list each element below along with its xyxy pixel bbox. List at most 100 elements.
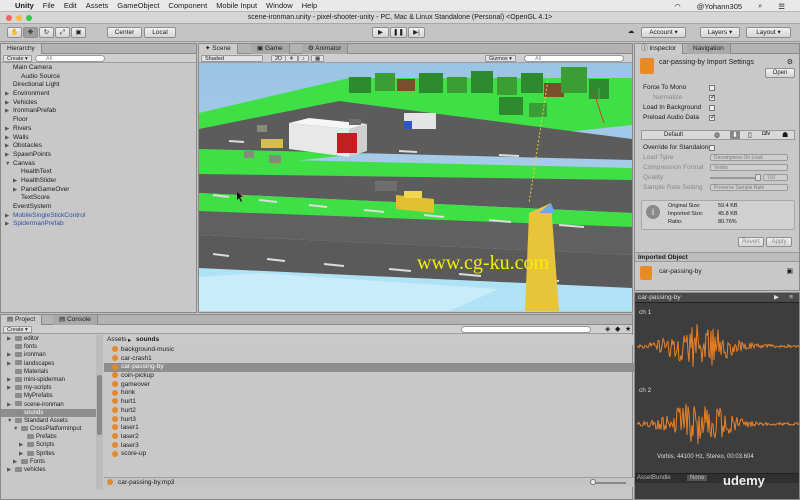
sound-file-item[interactable]: car-passing-by <box>104 363 634 373</box>
project-folder-item[interactable]: ▶ vehicles <box>1 466 96 474</box>
tab-scene[interactable]: ✦ Scene <box>199 44 238 54</box>
project-folder-item[interactable]: MyPrefabs <box>1 392 96 400</box>
breadcrumb-folder[interactable]: sounds <box>136 336 159 343</box>
close-window-button[interactable] <box>6 15 12 21</box>
hierarchy-item[interactable]: Directional Light <box>1 81 196 90</box>
2d-toggle[interactable]: 2D <box>271 55 287 62</box>
project-folder-item[interactable]: ▶ mini-spiderman <box>1 376 96 384</box>
search-icon[interactable]: ⌕ <box>758 1 762 11</box>
minimize-window-button[interactable] <box>16 15 22 21</box>
move-tool-icon[interactable]: ✥ <box>23 27 38 38</box>
project-folder-item[interactable]: sounds <box>1 408 96 417</box>
project-create-button[interactable]: Create ▾ <box>3 326 32 333</box>
project-folder-item[interactable]: ▶ Fonts <box>1 458 96 466</box>
quality-slider-handle[interactable] <box>755 174 761 181</box>
sample-rate-dropdown[interactable]: Preserve Sample Rate <box>710 184 788 191</box>
tab-game[interactable]: ▣ Game <box>251 44 290 54</box>
sound-file-item[interactable]: background-music <box>104 346 634 355</box>
scene-search-input[interactable]: All <box>524 55 624 62</box>
project-folder-item[interactable]: ▶ landscapes <box>1 360 96 368</box>
sound-file-item[interactable]: score-up <box>104 450 634 459</box>
expand-caret-icon[interactable]: ▶ <box>5 212 13 221</box>
expand-caret-icon[interactable]: ▶ <box>7 401 15 409</box>
expand-caret-icon[interactable]: ▶ <box>5 90 13 99</box>
rotate-tool-icon[interactable]: ↻ <box>39 27 54 38</box>
hierarchy-search-input[interactable]: All <box>35 55 105 62</box>
expand-caret-icon[interactable]: ▶ <box>5 107 13 116</box>
sound-file-item[interactable]: laser3 <box>104 442 634 451</box>
tab-inspector[interactable]: ⓘ Inspector <box>635 44 684 54</box>
hierarchy-item[interactable]: Main Camera <box>1 64 196 73</box>
lighting-icon[interactable]: ☀ <box>285 55 298 62</box>
shading-mode-dropdown[interactable]: Shaded <box>201 55 263 62</box>
sound-file-item[interactable]: hurt3 <box>104 416 634 425</box>
menu-mobile-input[interactable]: Mobile Input <box>216 1 257 10</box>
menu-gameobject[interactable]: GameObject <box>117 1 159 10</box>
hierarchy-item[interactable]: Audio Source <box>1 73 196 82</box>
hierarchy-item[interactable]: ▶ HealthSlider <box>1 177 196 186</box>
play-preview-icon[interactable]: ▶ <box>774 293 779 303</box>
object-settings-icon[interactable]: ▣ <box>786 267 793 275</box>
hierarchy-item[interactable]: HealthText <box>1 168 196 177</box>
sound-file-item[interactable]: hurt2 <box>104 407 634 416</box>
pivot-local-button[interactable]: Local <box>144 27 176 38</box>
favorite-icon[interactable]: ★ <box>625 325 631 333</box>
project-folder-item[interactable]: ▶ my-scripts <box>1 384 96 392</box>
standalone-platform-icon[interactable]: ⬇ <box>730 131 740 139</box>
project-folder-item[interactable]: ▶ Sprites <box>1 450 96 458</box>
sound-file-item[interactable]: coin-pickup <box>104 372 634 381</box>
hand-tool-icon[interactable]: ✋ <box>7 27 22 38</box>
tree-scrollbar-thumb[interactable] <box>97 375 102 435</box>
cloud-icon[interactable]: ☁ <box>626 27 636 38</box>
project-folder-item[interactable]: ▼ CrossPlatformInput <box>1 425 96 433</box>
tab-hierarchy[interactable]: Hierarchy <box>1 44 42 54</box>
project-folder-item[interactable]: ▶ editor <box>1 335 96 343</box>
expand-caret-icon[interactable]: ▶ <box>13 186 21 195</box>
layers-dropdown[interactable]: Layers ▾ <box>700 27 740 38</box>
override-checkbox[interactable] <box>709 145 715 151</box>
menu-component[interactable]: Component <box>168 1 207 10</box>
hierarchy-item[interactable]: ▶ Obstacles <box>1 142 196 151</box>
step-icon[interactable]: ▶| <box>408 27 425 38</box>
hierarchy-item[interactable]: ▶ MobileSingleStickControl <box>1 212 196 221</box>
hierarchy-item[interactable]: ▶ SpawnPoints <box>1 151 196 160</box>
hierarchy-item[interactable]: ▶ Vehicles <box>1 99 196 108</box>
expand-caret-icon[interactable]: ▼ <box>13 425 21 433</box>
quality-slider[interactable] <box>710 177 760 179</box>
expand-caret-icon[interactable]: ▶ <box>13 177 21 186</box>
pause-icon[interactable]: ❚❚ <box>390 27 407 38</box>
expand-caret-icon[interactable]: ▶ <box>7 335 15 343</box>
hierarchy-item[interactable]: TextScore <box>1 194 196 203</box>
tab-animator[interactable]: ⚙ Animator <box>302 44 349 54</box>
preview-menu-icon[interactable]: ≡ <box>789 293 793 303</box>
hierarchy-item[interactable]: ▶ Walls <box>1 134 196 143</box>
play-icon[interactable]: ▶ <box>372 27 389 38</box>
project-folder-item[interactable]: fonts <box>1 343 96 351</box>
icon-size-slider-handle[interactable] <box>590 479 596 485</box>
open-button[interactable]: Open <box>765 68 795 78</box>
default-platform-tab[interactable]: Default <box>664 132 683 138</box>
expand-caret-icon[interactable]: ▼ <box>5 160 13 169</box>
account-dropdown[interactable]: Account ▾ <box>641 27 686 38</box>
project-folder-item[interactable]: Prefabs <box>1 433 96 441</box>
expand-caret-icon[interactable]: ▶ <box>5 151 13 160</box>
assetbundle-dropdown[interactable]: None <box>687 475 708 481</box>
compression-dropdown[interactable]: Vorbis <box>710 164 788 171</box>
effects-icon[interactable]: ▦ <box>311 55 325 62</box>
project-folder-item[interactable]: ▼ Standard Assets <box>1 417 96 425</box>
expand-caret-icon[interactable]: ▶ <box>7 466 15 474</box>
expand-caret-icon[interactable]: ▶ <box>13 458 21 466</box>
gizmos-dropdown[interactable]: Gizmos ▾ <box>485 55 516 62</box>
hierarchy-item[interactable]: ▼ Canvas <box>1 160 196 169</box>
android-platform-icon[interactable]: ☗ <box>782 131 788 139</box>
zoom-window-button[interactable] <box>26 15 32 21</box>
apply-button[interactable]: Apply <box>766 237 792 247</box>
sound-file-item[interactable]: honk <box>104 389 634 398</box>
hierarchy-item[interactable]: EventSystem <box>1 203 196 212</box>
user-name[interactable]: @Yohann305 <box>697 2 742 11</box>
preload-checkbox[interactable] <box>709 113 716 121</box>
sound-file-item[interactable]: laser2 <box>104 433 634 442</box>
project-folder-item[interactable]: ▶ scene-ironman <box>1 401 96 409</box>
expand-caret-icon[interactable]: ▶ <box>5 142 13 151</box>
sound-file-item[interactable]: hurt1 <box>104 398 634 407</box>
